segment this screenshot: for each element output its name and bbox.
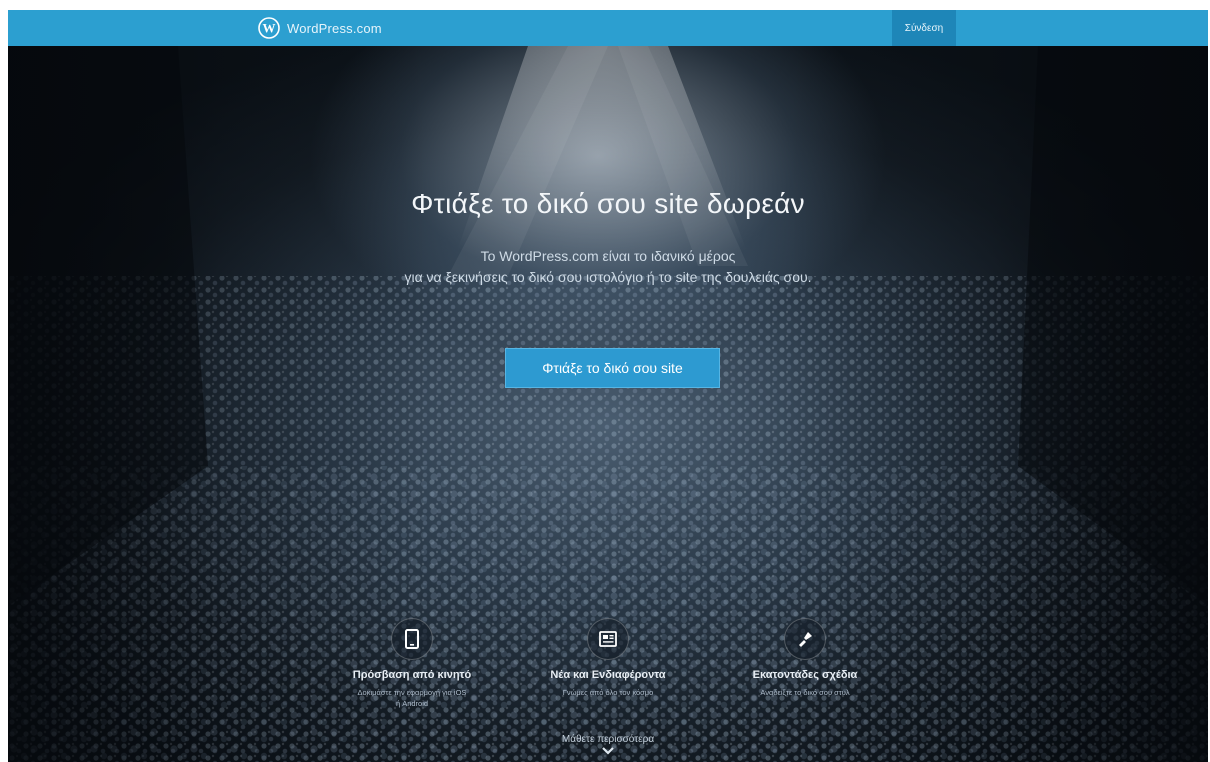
hero-subtitle-line-1: Το WordPress.com είναι το ιδανικό μέρος [480, 248, 736, 264]
feature-themes-desc: Αναδείξτε το δικό σου στυλ [715, 687, 895, 698]
feature-news-desc: Γνώμες από όλο τον κόσμο [518, 687, 698, 698]
feature-mobile-desc-line-1: Δοκιμάστε την εφαρμογή για iOS [357, 688, 467, 697]
feature-themes-title: Εκατοντάδες σχέδια [752, 669, 858, 681]
feature-mobile-desc-line-2: ή Android [395, 699, 429, 708]
svg-text:W: W [263, 21, 276, 36]
feature-news: Νέα και Ενδιαφέροντα Γνώμες από όλο τον … [518, 618, 698, 698]
hero-title: Φτιάξε το δικό σου site δωρεάν [411, 188, 805, 219]
mobile-icon [391, 618, 433, 660]
brush-icon [784, 618, 826, 660]
hero-section: Φτιάξε το δικό σου site δωρεάν Το WordPr… [8, 46, 1208, 762]
feature-mobile: Πρόσβαση από κινητό Δοκιμάστε την εφαρμο… [322, 618, 502, 709]
hero-subtitle: Το WordPress.com είναι το ιδανικό μέρος … [8, 246, 1208, 288]
create-site-button[interactable]: Φτιάξε το δικό σου site [505, 348, 720, 388]
hero-subtitle-line-2: για να ξεκινήσεις το δικό σου ιστολόγιο … [404, 269, 812, 285]
logo-text: WordPress.com [287, 20, 382, 36]
feature-themes: Εκατοντάδες σχέδια Αναδείξτε το δικό σου… [715, 618, 895, 698]
feature-mobile-desc: Δοκιμάστε την εφαρμογή για iOS ή Android [322, 687, 502, 709]
feature-news-title: Νέα και Ενδιαφέροντα [550, 669, 666, 681]
learn-more-label: Μάθετε περισσότερα [561, 734, 655, 745]
signin-button[interactable]: Σύνδεση [892, 10, 956, 46]
news-icon [587, 618, 629, 660]
wordpress-logo[interactable]: W WordPress.com [258, 16, 382, 40]
feature-news-desc-line-1: Γνώμες από όλο τον κόσμο [562, 688, 654, 697]
wordpress-logo-icon: W [258, 17, 280, 39]
top-nav-bar: W WordPress.com Σύνδεση [8, 10, 1208, 46]
chevron-down-icon [602, 747, 614, 755]
learn-more-link[interactable]: Μάθετε περισσότερα [8, 734, 1208, 756]
feature-mobile-title: Πρόσβαση από κινητό [352, 669, 472, 681]
feature-themes-desc-line-1: Αναδείξτε το δικό σου στυλ [760, 688, 850, 697]
browser-viewport: W WordPress.com Σύνδεση Φτιάξε το δικό σ… [8, 10, 1208, 762]
